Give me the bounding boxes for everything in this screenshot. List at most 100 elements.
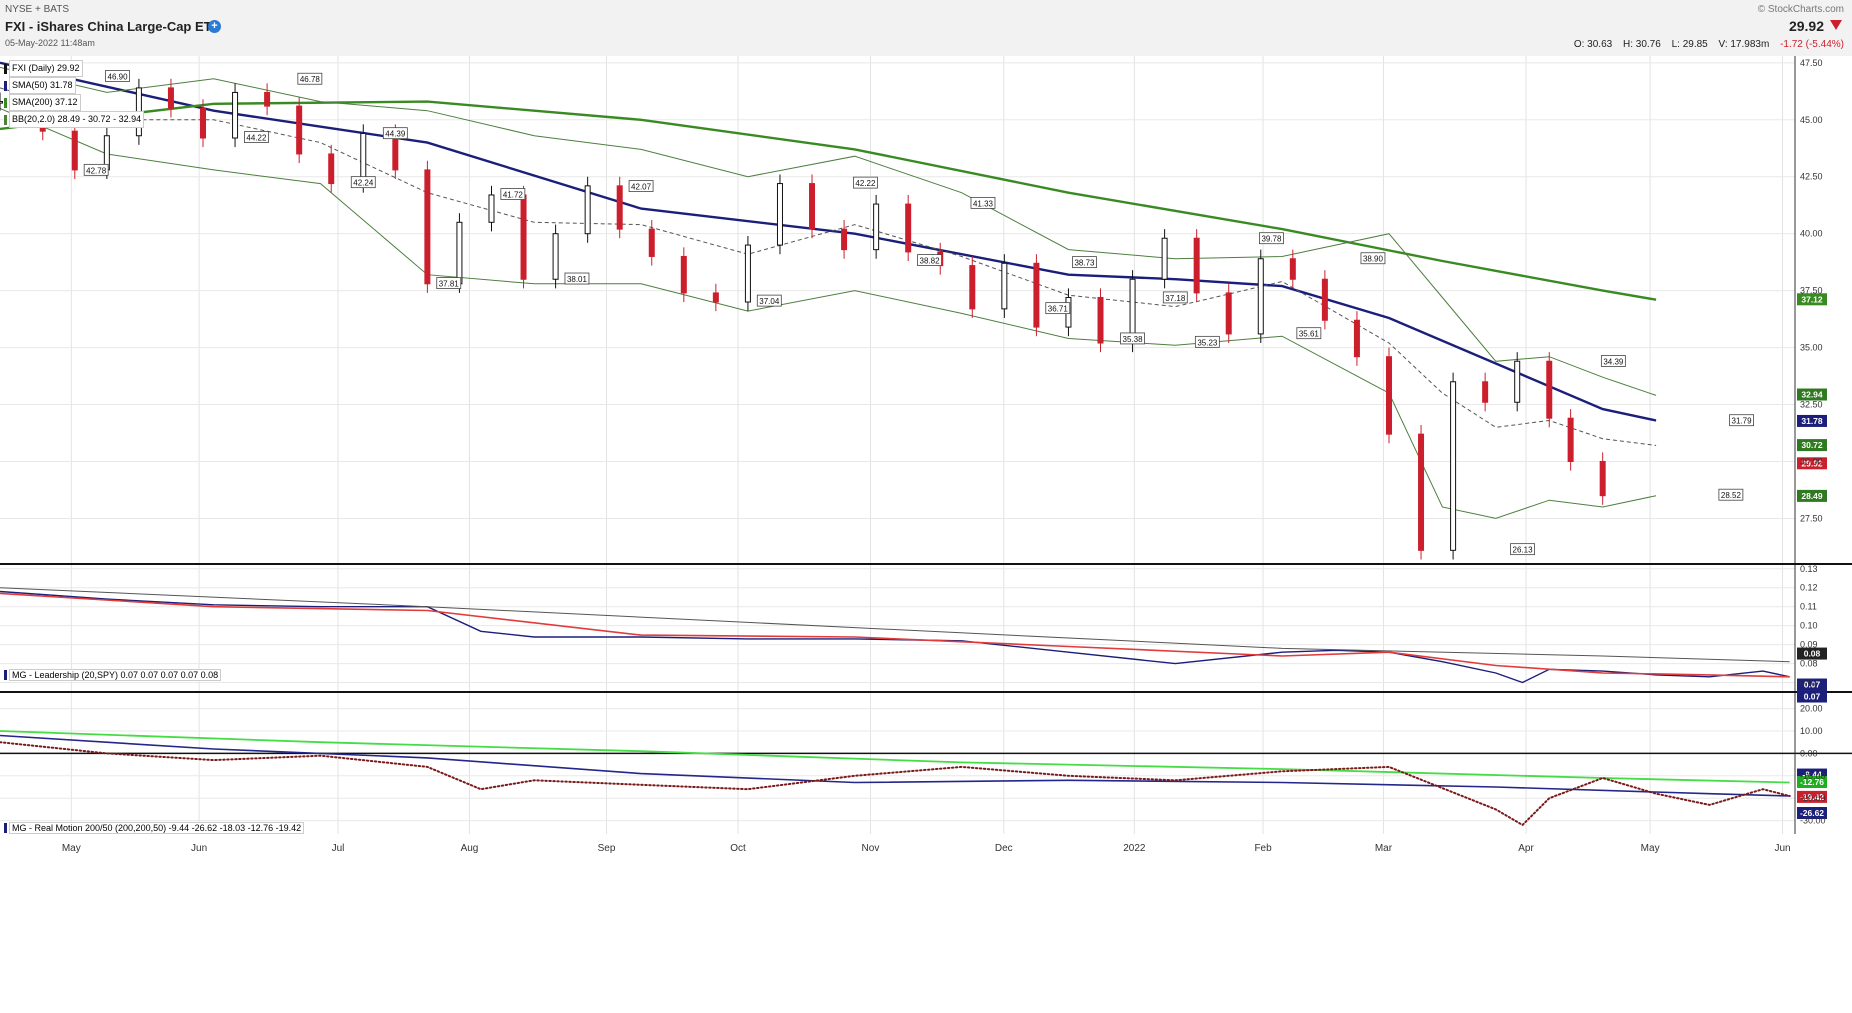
x-tick-label: Apr <box>1518 843 1534 854</box>
annotation-label: 35.38 <box>1123 335 1144 344</box>
right-value-label: 32.94 <box>1801 390 1823 400</box>
annotation-label: 44.22 <box>246 134 267 143</box>
chart-title: FXI - iShares China Large-Cap ETF <box>5 19 220 34</box>
annotation-label: 34.39 <box>1603 357 1624 366</box>
candle-body <box>167 87 174 109</box>
annotation-label: 42.07 <box>631 183 652 192</box>
y-tick-label: 42.50 <box>1800 172 1823 182</box>
legend-sma200: SMA(200) 37.12 <box>4 94 144 111</box>
right-value-label: 28.49 <box>1801 491 1823 501</box>
legend-bb: BB(20,2.0) 28.49 - 30.72 - 32.94 <box>4 111 145 128</box>
annotation-label: 28.52 <box>1721 491 1742 500</box>
last-price: 29.92 <box>1788 18 1824 34</box>
watermark: © StockCharts.com <box>1757 4 1844 15</box>
candle-body <box>1567 417 1574 462</box>
x-tick-label: Dec <box>995 843 1013 854</box>
price-annotation: 31.79 <box>1729 414 1754 427</box>
legend-price: FXI (Daily) 29.92 <box>4 60 144 77</box>
annotation-label: 46.78 <box>300 75 321 84</box>
candle-body <box>776 183 783 246</box>
candle-body <box>1161 237 1168 280</box>
price-annotation: 46.78 <box>297 72 323 85</box>
candle-body <box>552 233 559 280</box>
chart-area[interactable]: 46.90 46.7844.3942.7844.2242.2441.7237.81… <box>0 56 1852 1013</box>
annotation-label: 35.61 <box>1299 330 1320 339</box>
x-tick-label: May <box>62 843 81 854</box>
candle-body <box>360 132 367 185</box>
price-annotation: 38.82 <box>917 254 942 266</box>
y-tick-label: 20.00 <box>1800 704 1823 714</box>
candle-body <box>1599 460 1606 497</box>
y-tick-label: 32.50 <box>1800 400 1823 410</box>
annotation-label: 42.22 <box>855 179 876 188</box>
annotation-label: 38.73 <box>1074 259 1095 268</box>
candle-body <box>1097 296 1104 344</box>
y-tick-label: 0.13 <box>1800 564 1818 574</box>
candle-body <box>488 194 495 223</box>
y-tick-label: 0.12 <box>1800 583 1818 593</box>
y-tick-label: -30.00 <box>1800 816 1826 826</box>
date-label: 05-May-2022 11:48am <box>5 38 95 48</box>
price-annotation: 36.71 <box>1045 302 1071 315</box>
annotation-label: 39.78 <box>1261 235 1282 244</box>
price-annotation: 35.38 <box>1120 332 1145 345</box>
candle-body <box>296 105 303 155</box>
x-axis-band <box>0 834 1852 864</box>
price-annotation: 44.22 <box>244 131 269 143</box>
candle-body <box>712 292 719 303</box>
price-annotation: 35.23 <box>1194 335 1220 348</box>
price-annotation: 37.04 <box>756 294 782 307</box>
candle-body <box>456 221 463 285</box>
candle-body <box>1289 258 1296 280</box>
annotation-label: 44.39 <box>385 130 406 139</box>
candle-body <box>1418 433 1425 551</box>
price-annotation: 41.72 <box>500 188 526 200</box>
candle-body <box>424 169 431 285</box>
candle-body <box>1482 381 1489 403</box>
y-tick-label: 0.11 <box>1800 602 1817 612</box>
annotation-label: 37.04 <box>759 297 780 306</box>
x-tick-label: Aug <box>461 843 479 854</box>
annotation-label: 41.33 <box>973 199 994 208</box>
price-annotation: 38.73 <box>1072 256 1097 269</box>
info-icon[interactable]: + <box>208 20 221 33</box>
price-annotation: 26.13 <box>1510 543 1535 556</box>
price-annotation: 42.07 <box>628 180 654 192</box>
candle-body <box>905 203 912 253</box>
annotation-label: 38.90 <box>1363 255 1384 264</box>
x-tick-label: Jun <box>1774 843 1790 854</box>
realmotion-legend: MG - Real Motion 200/50 (200,200,50) -9.… <box>4 822 305 834</box>
y-tick-label: 0.10 <box>1800 621 1818 631</box>
right-value-label: 0.08 <box>1804 649 1821 659</box>
annotation-label: 42.24 <box>353 179 374 188</box>
candle-body <box>744 244 751 303</box>
candle-body <box>1450 381 1457 551</box>
candle-body <box>71 130 78 171</box>
annotation-label: 41.72 <box>503 191 524 200</box>
x-tick-label: Oct <box>730 843 746 854</box>
exchange-label: NYSE + BATS <box>5 4 70 15</box>
annotation-label: 37.81 <box>439 280 460 289</box>
candle-body <box>969 265 976 310</box>
candle-body <box>616 185 623 230</box>
y-tick-label: -20.00 <box>1800 793 1826 803</box>
price-annotation: 42.78 <box>83 163 109 176</box>
candle-body <box>264 91 271 107</box>
annotation-label: 37.18 <box>1165 294 1186 303</box>
price-annotation: 39.78 <box>1259 232 1284 245</box>
y-tick-label: -10.00 <box>1800 771 1826 781</box>
price-annotation: 44.39 <box>382 127 408 140</box>
candle-body <box>1001 262 1008 310</box>
volume-value: V: 17.983m <box>1718 39 1770 50</box>
x-tick-label: May <box>1641 843 1660 854</box>
y-tick-label: 35.00 <box>1800 343 1823 353</box>
candle-body <box>584 185 591 235</box>
price-annotation: 37.81 <box>436 277 462 289</box>
x-tick-label: Feb <box>1254 843 1272 854</box>
annotation-label: 35.23 <box>1197 338 1218 347</box>
annotation-label: 26.13 <box>1513 546 1534 555</box>
y-tick-label: 40.00 <box>1800 229 1823 239</box>
chart-window: NYSE + BATS FXI - iShares China Large-Ca… <box>0 0 1852 1013</box>
change-value: -1.72 (-5.44%) <box>1780 39 1844 50</box>
candle-body <box>1193 237 1200 294</box>
